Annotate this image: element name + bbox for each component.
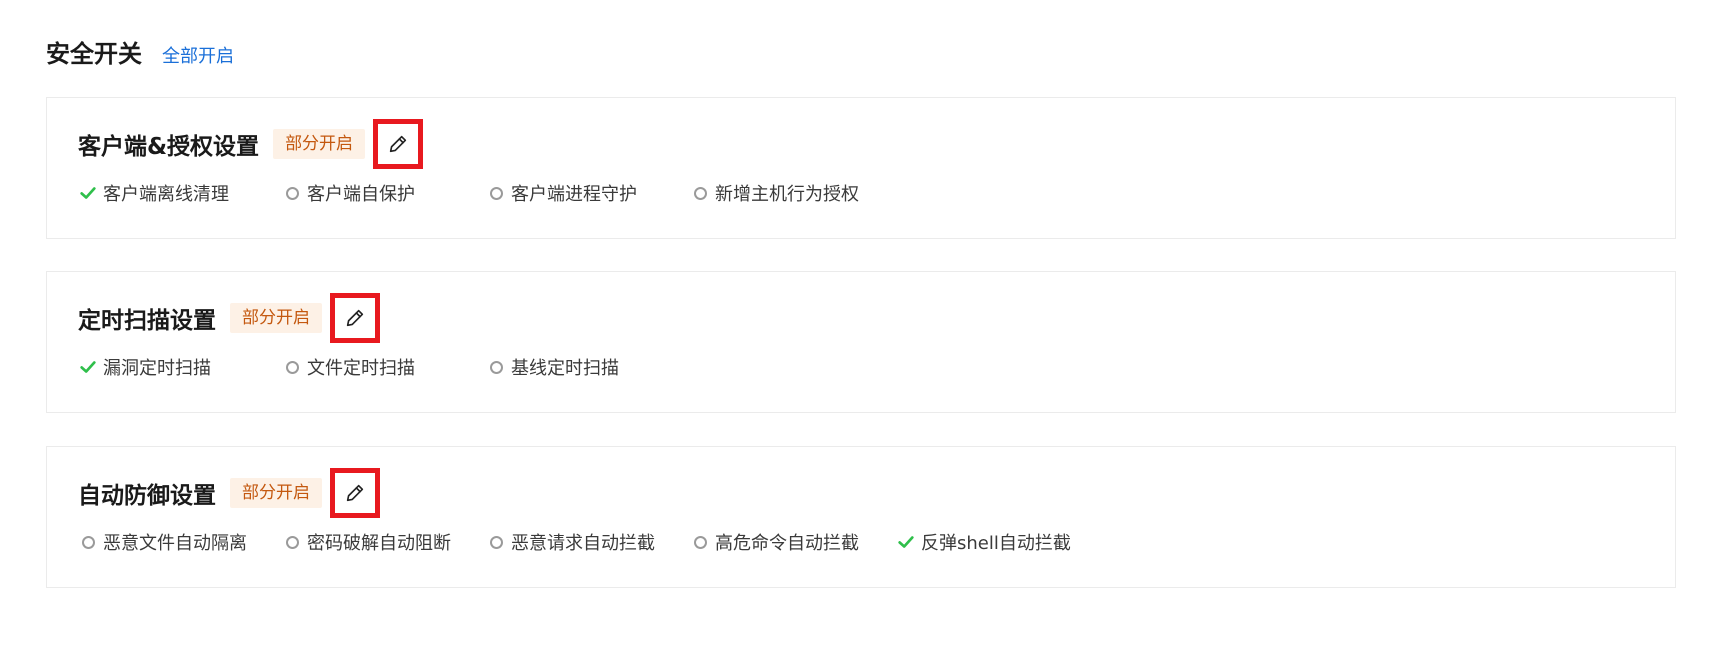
status-badge: 部分开启: [273, 129, 366, 159]
page-header: 安全开关 全部开启: [46, 34, 234, 69]
options-row: 恶意文件自动隔离 密码破解自动阻断 恶意请求自动拦截 高危命令自动拦截 反弹sh…: [78, 529, 1071, 555]
option-item[interactable]: 漏洞定时扫描: [78, 354, 282, 380]
card-title-row: 定时扫描设置 部分开启: [78, 291, 380, 345]
card-client-authorization: 客户端&授权设置 部分开启 客户端离线清理 客户端自保护 客户端进程守护 新增主…: [46, 97, 1676, 239]
option-item[interactable]: 客户端离线清理: [78, 180, 282, 206]
edit-button[interactable]: [330, 293, 380, 343]
circle-off-icon: [282, 183, 302, 203]
option-label: 反弹shell自动拦截: [921, 533, 1071, 554]
option-label: 恶意文件自动隔离: [103, 533, 247, 554]
option-label: 密码破解自动阻断: [307, 533, 451, 554]
card-title-row: 客户端&授权设置 部分开启: [78, 117, 424, 171]
circle-off-icon: [486, 183, 506, 203]
option-label: 基线定时扫描: [511, 358, 619, 379]
option-label: 漏洞定时扫描: [103, 358, 211, 379]
status-badge: 部分开启: [230, 478, 322, 508]
card-title: 定时扫描设置: [78, 308, 216, 334]
card-title: 自动防御设置: [78, 483, 216, 509]
enable-all-link[interactable]: 全部开启: [162, 42, 234, 68]
option-item[interactable]: 恶意请求自动拦截: [486, 529, 690, 555]
option-label: 客户端进程守护: [511, 184, 637, 205]
status-badge: 部分开启: [230, 303, 322, 333]
pencil-icon: [389, 135, 407, 153]
option-item[interactable]: 高危命令自动拦截: [690, 529, 896, 555]
options-row: 漏洞定时扫描 文件定时扫描 基线定时扫描: [78, 354, 619, 380]
option-item[interactable]: 文件定时扫描: [282, 354, 486, 380]
circle-off-icon: [78, 532, 98, 552]
page-title: 安全开关: [46, 40, 142, 68]
option-label: 高危命令自动拦截: [715, 533, 859, 554]
security-switch-page: 安全开关 全部开启 客户端&授权设置 部分开启 客户端离线清理 客户端自保护 客…: [0, 0, 1711, 661]
circle-off-icon: [690, 532, 710, 552]
circle-off-icon: [486, 357, 506, 377]
option-item[interactable]: 反弹shell自动拦截: [896, 529, 1071, 555]
option-item[interactable]: 基线定时扫描: [486, 354, 619, 380]
option-item[interactable]: 客户端自保护: [282, 180, 486, 206]
circle-off-icon: [282, 357, 302, 377]
option-label: 客户端自保护: [307, 184, 415, 205]
option-label: 新增主机行为授权: [715, 184, 859, 205]
option-label: 文件定时扫描: [307, 358, 415, 379]
option-item[interactable]: 密码破解自动阻断: [282, 529, 486, 555]
card-auto-defense: 自动防御设置 部分开启 恶意文件自动隔离 密码破解自动阻断 恶意请求自动拦截 高…: [46, 446, 1676, 588]
option-item[interactable]: 新增主机行为授权: [690, 180, 859, 206]
option-item[interactable]: 恶意文件自动隔离: [78, 529, 282, 555]
options-row: 客户端离线清理 客户端自保护 客户端进程守护 新增主机行为授权: [78, 180, 859, 206]
card-scheduled-scan: 定时扫描设置 部分开启 漏洞定时扫描 文件定时扫描 基线定时扫描: [46, 271, 1676, 413]
card-title: 客户端&授权设置: [78, 134, 260, 160]
pencil-icon: [346, 309, 364, 327]
circle-off-icon: [282, 532, 302, 552]
circle-off-icon: [486, 532, 506, 552]
option-item[interactable]: 客户端进程守护: [486, 180, 690, 206]
option-label: 客户端离线清理: [103, 184, 229, 205]
edit-button[interactable]: [330, 468, 380, 518]
check-icon: [78, 357, 98, 377]
card-title-row: 自动防御设置 部分开启: [78, 466, 380, 520]
circle-off-icon: [690, 183, 710, 203]
pencil-icon: [346, 484, 364, 502]
option-label: 恶意请求自动拦截: [511, 533, 655, 554]
check-icon: [78, 183, 98, 203]
edit-button[interactable]: [373, 119, 424, 169]
check-icon: [896, 532, 916, 552]
